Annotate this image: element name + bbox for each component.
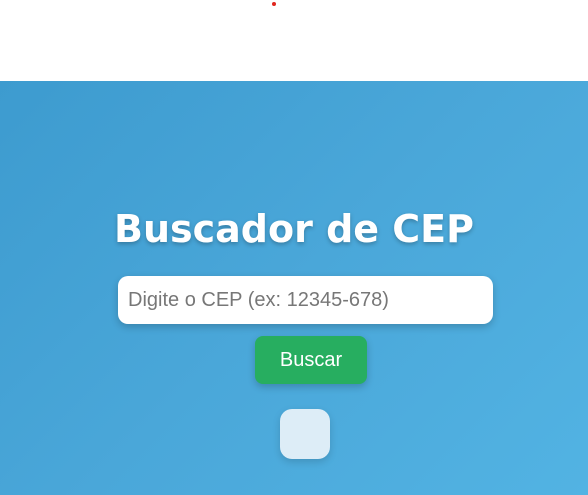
- search-button[interactable]: Buscar: [255, 336, 367, 384]
- top-white-area: [0, 0, 588, 81]
- page-title: Buscador de CEP: [114, 207, 474, 251]
- result-box: [280, 409, 330, 459]
- hero-section: Buscador de CEP Buscar: [0, 81, 588, 495]
- cep-input[interactable]: [118, 276, 493, 324]
- red-dot-marker: [272, 2, 276, 6]
